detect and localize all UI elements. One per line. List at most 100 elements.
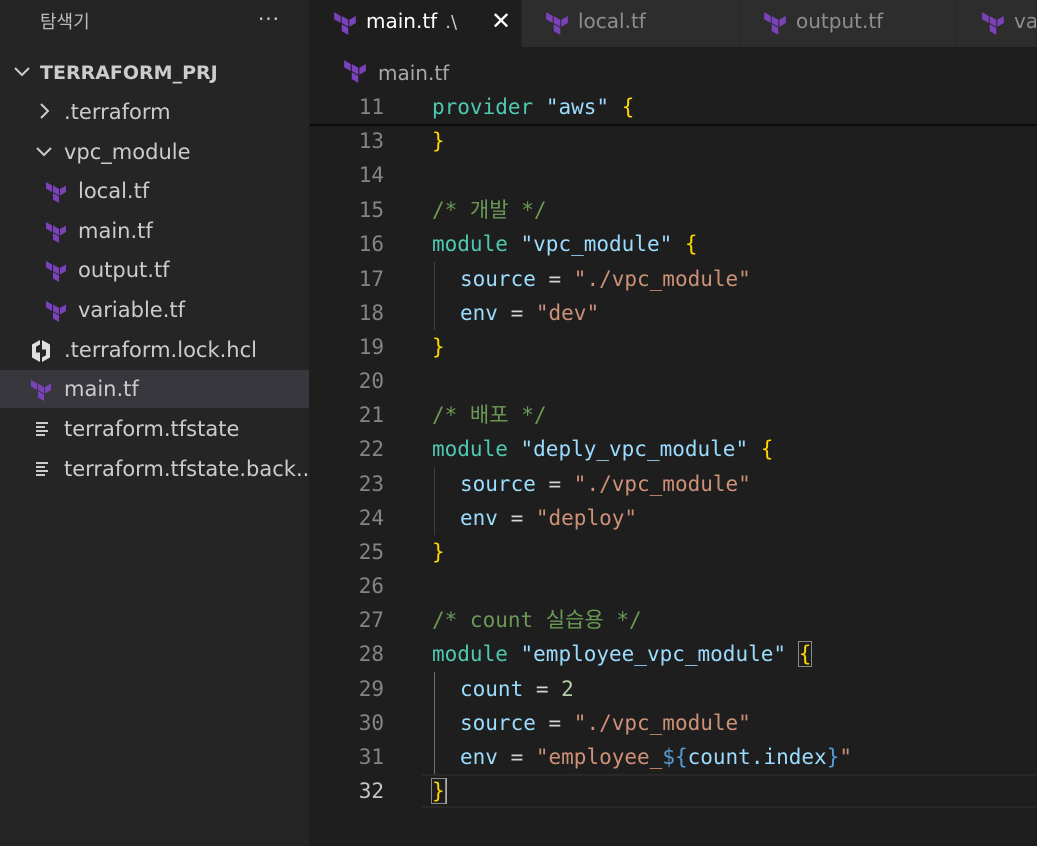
interpolation-close: } [826,745,840,769]
tree-item-output-tf[interactable]: output.tf [0,251,309,289]
tab-output-tf[interactable]: output.tf [740,0,956,47]
code-line[interactable]: 15 /* 개발 */ [310,193,1037,227]
code-line[interactable]: 24 env = "deploy" [310,501,1037,535]
code-line[interactable]: 21 /* 배포 */ [310,398,1037,432]
block-name: "vpc_module" [520,232,673,256]
line-number: 31 [358,745,384,769]
code-line[interactable]: 17 source = "./vpc_module" [310,262,1037,296]
editor-tab-bar: main.tf .\ ✕ local.tf output.tf va [310,0,1037,47]
tree-item-module-main-tf[interactable]: main.tf [0,212,309,250]
code-text: } [432,128,445,154]
string-value: "./vpc_module" [573,472,751,496]
code-line[interactable]: 16 module "vpc_module" { [310,227,1037,261]
tree-item-variable-tf[interactable]: variable.tf [0,291,309,329]
terraform-icon [764,12,786,35]
tree-item-lock-hcl[interactable]: .terraform.lock.hcl [0,331,309,369]
terraform-icon [46,222,66,243]
keyword: provider [432,95,534,119]
tree-item-label: .terraform [64,100,171,124]
tree-item-label: main.tf [64,377,139,401]
tree-item-local-tf[interactable]: local.tf [0,172,309,210]
code-text: source = "./vpc_module" [460,471,751,497]
more-actions-icon[interactable]: ··· [254,4,284,34]
line-number: 24 [358,506,384,530]
tree-item-main-tf[interactable]: main.tf [0,370,309,408]
chevron-right-icon [40,103,50,119]
tree-item-tfstate-backup[interactable]: terraform.tfstate.back... [0,450,309,488]
code-line[interactable]: 27 /* count 실습용 */ [310,603,1037,637]
tab-label: main.tf [366,9,438,33]
chevron-down-icon [14,67,30,77]
tree-item-label: terraform.tfstate [64,417,240,441]
file-lines-icon [36,462,48,476]
attribute: env [460,301,498,325]
code-text: module "deply_vpc_module" { [432,436,773,462]
code-line[interactable]: 18 env = "dev" [310,296,1037,330]
code-line-current[interactable]: 32 } [310,774,1037,808]
tab-label-wrap: main.tf .\ [366,9,457,33]
tree-item-vpc-module-folder[interactable]: vpc_module [0,133,309,171]
code-line[interactable]: 28 module "employee_vpc_module" { [310,637,1037,671]
block-name: "employee_vpc_module" [520,642,787,666]
terraform-icon [344,60,366,83]
code-line[interactable]: 25 } [310,535,1037,569]
line-number: 16 [358,232,384,256]
code-line[interactable]: 22 module "deply_vpc_module" { [310,432,1037,466]
interpolation-open: ${ [662,745,688,769]
code-line[interactable]: 14 [310,158,1037,192]
comment: /* 개발 */ [432,198,547,222]
tab-main-tf[interactable]: main.tf .\ ✕ [310,0,522,47]
tab-path-hint: .\ [445,12,458,33]
code-line[interactable]: 23 source = "./vpc_module" [310,467,1037,501]
tab-local-tf[interactable]: local.tf [522,0,740,47]
terraform-icon [982,12,1004,35]
tree-item-terraform-folder[interactable]: .terraform [0,93,309,131]
breadcrumb-file[interactable]: main.tf [378,61,449,85]
code-line[interactable]: 26 [310,569,1037,603]
code-line[interactable]: 31 env = "employee_${count.index}" [310,740,1037,774]
tab-label: local.tf [578,9,646,33]
code-text: count = 2 [460,676,574,702]
operator: = [535,472,574,496]
keyword: module [432,642,508,666]
attribute: count [460,677,524,701]
string-value: "deploy" [535,506,638,530]
line-number: 19 [358,335,384,359]
code-line[interactable]: 30 source = "./vpc_module" [310,706,1037,740]
code-line[interactable]: 13 } [310,124,1037,158]
explorer-title: 탐색기 [40,12,90,33]
operator: = [497,301,536,325]
brace: } [432,129,445,153]
sticky-scroll-line[interactable]: 11 provider "aws" { [310,90,1037,124]
brace: } [432,540,445,564]
terraform-icon [46,261,66,282]
code-text: env = "deploy" [460,505,637,531]
code-line[interactable]: 19 } [310,330,1037,364]
line-number: 17 [358,267,384,291]
line-number: 23 [358,472,384,496]
code-text: env = "employee_${count.index}" [460,744,852,770]
attribute: source [460,472,536,496]
code-line[interactable]: 29 count = 2 [310,672,1037,706]
code-text: provider "aws" { [432,94,634,120]
keyword: module [432,232,508,256]
brace: { [684,232,698,256]
explorer-sidebar: 탐색기 ··· TERRAFORM_PRJ .terraform vpc_mod… [0,0,309,846]
code-line[interactable]: 20 [310,364,1037,398]
tree-item-tfstate[interactable]: terraform.tfstate [0,410,309,448]
tree-item-label: local.tf [78,179,150,203]
code-text: env = "dev" [460,300,599,326]
tab-variable-tf[interactable]: va [956,0,1037,47]
matched-brace: { [797,641,813,667]
code-editor[interactable]: 11 provider "aws" { 13 } 14 15 /* 개발 */ … [310,90,1037,846]
close-icon[interactable]: ✕ [488,6,514,36]
string-value: "dev" [535,301,600,325]
terraform-icon [46,182,66,203]
line-number: 18 [358,301,384,325]
brace: } [432,335,445,359]
tree-root-folder[interactable]: TERRAFORM_PRJ [0,53,309,91]
line-number: 21 [358,403,384,427]
vscode-window: 탐색기 ··· TERRAFORM_PRJ .terraform vpc_mod… [0,0,1037,846]
comment: /* 배포 */ [432,403,547,427]
block-name: "deply_vpc_module" [520,437,749,461]
